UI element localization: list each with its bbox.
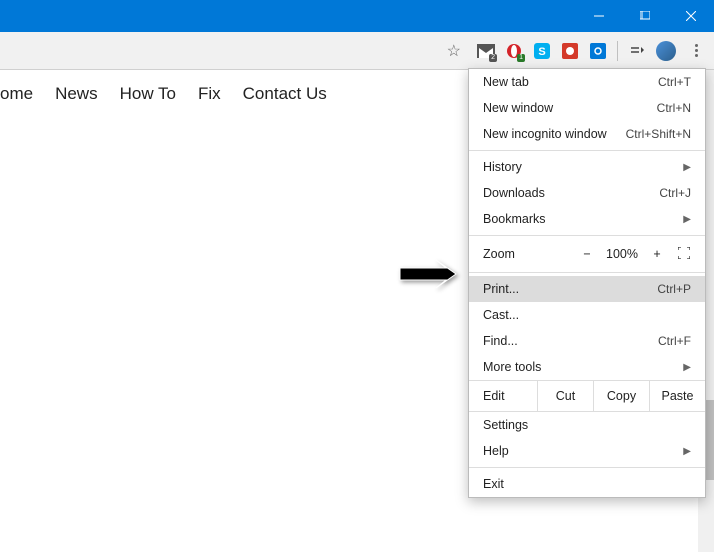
maximize-button[interactable] — [622, 0, 668, 32]
submenu-arrow-icon: ▶ — [683, 214, 691, 225]
menu-new-window[interactable]: New window Ctrl+N — [469, 95, 705, 121]
copy-button[interactable]: Copy — [593, 381, 649, 411]
menu-find[interactable]: Find... Ctrl+F — [469, 328, 705, 354]
menu-label: Downloads — [483, 186, 545, 200]
opera-badge: 1 — [517, 54, 525, 62]
nav-contact[interactable]: Contact Us — [243, 84, 327, 104]
menu-label: New tab — [483, 75, 529, 89]
nav-home[interactable]: ome — [0, 84, 33, 104]
paste-button[interactable]: Paste — [649, 381, 705, 411]
zoom-in-button[interactable]: + — [643, 243, 671, 265]
menu-separator — [469, 235, 705, 236]
cut-button[interactable]: Cut — [537, 381, 593, 411]
menu-label: New window — [483, 101, 553, 115]
menu-label: Cast... — [483, 308, 519, 322]
shortcut-label: Ctrl+J — [659, 186, 691, 200]
window-titlebar — [0, 0, 714, 32]
menu-label: Settings — [483, 418, 528, 432]
nav-news[interactable]: News — [55, 84, 98, 104]
media-control-icon[interactable] — [628, 42, 646, 60]
gmail-extension-icon[interactable]: 2 — [477, 42, 495, 60]
menu-help[interactable]: Help ▶ — [469, 438, 705, 464]
menu-label: History — [483, 160, 522, 174]
chrome-menu-dropdown: New tab Ctrl+T New window Ctrl+N New incog… — [468, 68, 706, 498]
skype-extension-icon[interactable]: S — [533, 42, 551, 60]
shortcut-label: Ctrl+T — [658, 75, 691, 89]
menu-label: Bookmarks — [483, 212, 546, 226]
extension-icon-sync[interactable] — [589, 42, 607, 60]
submenu-arrow-icon: ▶ — [683, 362, 691, 373]
shortcut-label: Ctrl+P — [657, 282, 691, 296]
zoom-out-button[interactable]: − — [573, 243, 601, 265]
zoom-value: 100% — [601, 247, 643, 261]
nav-fix[interactable]: Fix — [198, 84, 221, 104]
shortcut-label: Ctrl+N — [657, 101, 691, 115]
fullscreen-button[interactable] — [671, 247, 697, 262]
menu-incognito[interactable]: New incognito window Ctrl+Shift+N — [469, 121, 705, 147]
minimize-button[interactable] — [576, 0, 622, 32]
profile-avatar[interactable] — [656, 41, 676, 61]
submenu-arrow-icon: ▶ — [683, 162, 691, 173]
nav-howto[interactable]: How To — [120, 84, 176, 104]
browser-toolbar: ☆ 2 1 S — [0, 32, 714, 70]
edit-label: Edit — [469, 381, 537, 411]
svg-text:S: S — [538, 46, 545, 58]
menu-print[interactable]: Print... Ctrl+P — [469, 276, 705, 302]
menu-label: Find... — [483, 334, 518, 348]
submenu-arrow-icon: ▶ — [683, 446, 691, 457]
toolbar-divider — [617, 41, 618, 61]
menu-label: New incognito window — [483, 127, 607, 141]
menu-cast[interactable]: Cast... — [469, 302, 705, 328]
gmail-badge: 2 — [489, 54, 497, 62]
shortcut-label: Ctrl+Shift+N — [626, 127, 691, 141]
cursor-pointer-icon — [398, 254, 458, 294]
menu-separator — [469, 467, 705, 468]
menu-new-tab[interactable]: New tab Ctrl+T — [469, 69, 705, 95]
menu-zoom-row: Zoom − 100% + — [469, 239, 705, 269]
shortcut-label: Ctrl+F — [658, 334, 691, 348]
menu-label: Print... — [483, 282, 519, 296]
menu-history[interactable]: History ▶ — [469, 154, 705, 180]
menu-separator — [469, 150, 705, 151]
zoom-label: Zoom — [483, 247, 573, 261]
opera-extension-icon[interactable]: 1 — [505, 42, 523, 60]
close-button[interactable] — [668, 0, 714, 32]
menu-exit[interactable]: Exit — [469, 471, 705, 497]
menu-downloads[interactable]: Downloads Ctrl+J — [469, 180, 705, 206]
menu-edit-row: Edit Cut Copy Paste — [469, 380, 705, 412]
chrome-menu-button[interactable] — [686, 41, 706, 61]
menu-label: Exit — [483, 477, 504, 491]
menu-label: Help — [483, 444, 509, 458]
menu-more-tools[interactable]: More tools ▶ — [469, 354, 705, 380]
menu-separator — [469, 272, 705, 273]
menu-label: More tools — [483, 360, 541, 374]
menu-settings[interactable]: Settings — [469, 412, 705, 438]
menu-bookmarks[interactable]: Bookmarks ▶ — [469, 206, 705, 232]
bookmark-star-icon[interactable]: ☆ — [447, 41, 461, 61]
extension-icon-red[interactable] — [561, 42, 579, 60]
